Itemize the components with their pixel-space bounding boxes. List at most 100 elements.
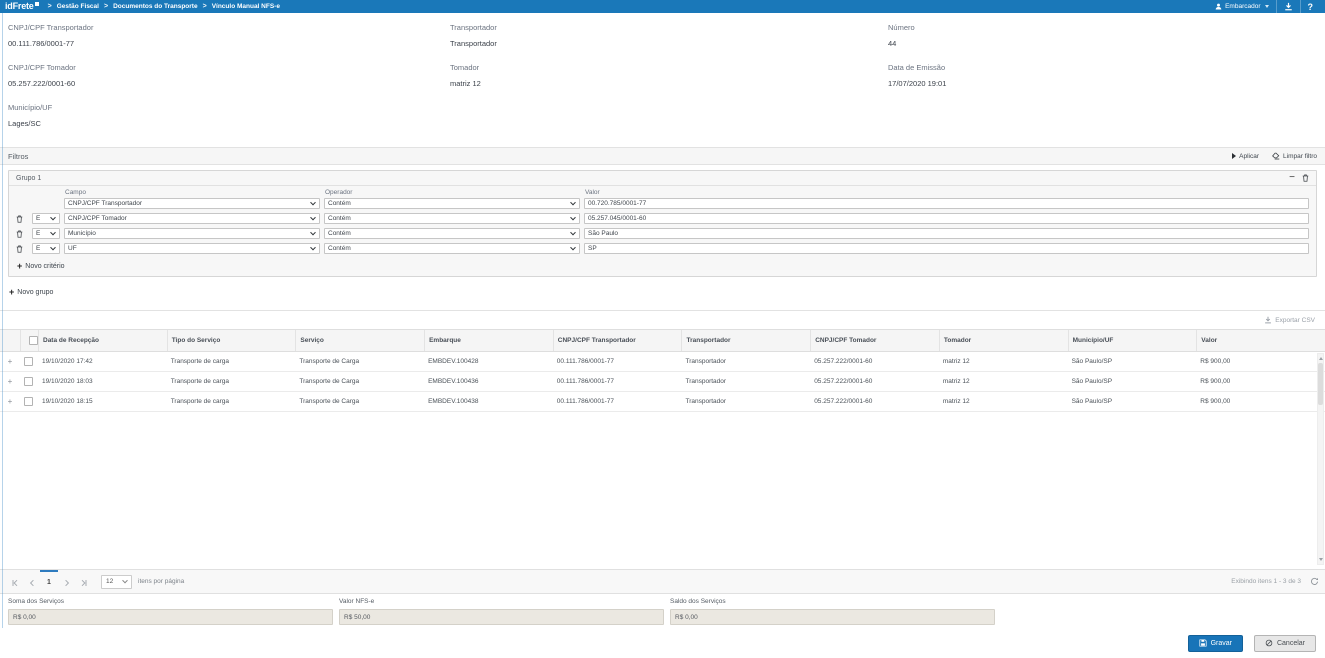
add-criteria-button[interactable]: + Novo critério <box>16 258 1309 274</box>
row-checkbox[interactable] <box>24 377 33 386</box>
operador-select[interactable]: Contém <box>324 243 580 254</box>
filter-group-panel: Grupo 1 − Campo Operador Valor CNPJ/CPF … <box>8 170 1317 277</box>
column-header-transportador[interactable]: Transportador <box>681 330 810 351</box>
valor-input[interactable] <box>584 243 1309 254</box>
operador-column-label: Operador <box>324 189 580 196</box>
app-logo[interactable]: idFrete <box>5 1 39 12</box>
export-csv-button[interactable]: Exportar CSV <box>1264 316 1315 324</box>
refresh-button[interactable] <box>1310 577 1319 586</box>
pager-page-1[interactable]: 1 <box>40 570 58 593</box>
scroll-up-icon[interactable] <box>1319 357 1323 360</box>
delete-group-button[interactable] <box>1302 174 1309 182</box>
info-col-3: Número 44 Data de Emissão 17/07/2020 19:… <box>888 23 1317 143</box>
help-button[interactable]: ? <box>1300 0 1321 13</box>
eraser-icon <box>1271 152 1280 160</box>
campo-select[interactable]: CNPJ/CPF Tomador <box>64 213 320 224</box>
table-row[interactable]: + 19/10/2020 18:03 Transporte de carga T… <box>0 372 1325 392</box>
pager-prev-button[interactable] <box>23 570 40 593</box>
row-expand-button[interactable]: + <box>0 398 20 406</box>
filter-criteria-row: E Município Contém <box>16 228 1309 239</box>
operador-select[interactable]: Contém <box>324 213 580 224</box>
total-value-readonly: R$ 50,00 <box>339 609 664 625</box>
column-header-data-recepcao[interactable]: Data de Recepção <box>38 330 167 351</box>
delete-criteria-button[interactable] <box>16 245 28 253</box>
actions-bar: Gravar Cancelar <box>0 632 1325 658</box>
logic-operator-select[interactable]: E <box>32 228 60 239</box>
user-menu[interactable]: Embarcador <box>1208 0 1275 13</box>
field-label: Data de Emissão <box>888 63 1317 72</box>
breadcrumb-vinculo-manual-nfse[interactable]: Vínculo Manual NFS-e <box>212 3 280 10</box>
operador-select[interactable]: Contém <box>324 228 580 239</box>
delete-criteria-button[interactable] <box>16 215 28 223</box>
chevron-down-icon <box>1265 5 1269 8</box>
valor-input[interactable] <box>584 198 1309 209</box>
cancel-button[interactable]: Cancelar <box>1254 635 1316 652</box>
total-label: Soma dos Serviços <box>8 598 333 605</box>
campo-select[interactable]: CNPJ/CPF Transportador <box>64 198 320 209</box>
column-header-servico[interactable]: Serviço <box>295 330 424 351</box>
valor-input[interactable] <box>584 213 1309 224</box>
column-header-cnpj-tomador[interactable]: CNPJ/CPF Tomador <box>810 330 939 351</box>
table-cell: R$ 900,00 <box>1196 378 1325 385</box>
user-menu-label: Embarcador <box>1225 3 1260 10</box>
clear-filter-button[interactable]: Limpar filtro <box>1271 152 1317 160</box>
breadcrumb-documentos-transporte[interactable]: Documentos do Transporte <box>113 3 198 10</box>
trash-icon <box>1302 174 1309 182</box>
field-value: 17/07/2020 19:01 <box>888 79 1317 88</box>
table-cell: 00.111.786/0001-77 <box>553 378 682 385</box>
operador-select-value: Contém <box>328 200 351 207</box>
column-header-municipio-uf[interactable]: Município/UF <box>1068 330 1197 351</box>
field-cnpj-transportador: CNPJ/CPF Transportador 00.111.786/0001-7… <box>8 23 450 63</box>
table-cell: matriz 12 <box>939 398 1068 405</box>
row-checkbox[interactable] <box>24 397 33 406</box>
table-row[interactable]: + 19/10/2020 18:15 Transporte de carga T… <box>0 392 1325 412</box>
logic-operator-select[interactable]: E <box>32 243 60 254</box>
page-size-value: 12 <box>106 578 113 585</box>
scrollbar-thumb[interactable] <box>1318 363 1323 405</box>
row-checkbox[interactable] <box>24 357 33 366</box>
collapse-group-button[interactable]: − <box>1289 174 1295 182</box>
breadcrumb-gestao-fiscal[interactable]: Gestão Fiscal <box>57 3 99 10</box>
field-value: 00.111.786/0001-77 <box>8 39 450 48</box>
apply-filter-button[interactable]: Aplicar <box>1232 153 1259 160</box>
plus-icon: + <box>17 263 22 270</box>
add-group-label: Novo grupo <box>17 289 53 296</box>
save-button[interactable]: Gravar <box>1188 635 1243 652</box>
page-size-select[interactable]: 12 <box>101 575 132 589</box>
field-value: matriz 12 <box>450 79 888 88</box>
pager-last-button[interactable] <box>75 570 92 593</box>
row-expand-button[interactable]: + <box>0 358 20 366</box>
add-group-button[interactable]: + Novo grupo <box>8 284 1317 300</box>
table-cell: EMBDEV.100428 <box>424 358 553 365</box>
pager-first-button[interactable] <box>6 570 23 593</box>
table-cell: Transporte de carga <box>167 358 296 365</box>
column-header-cnpj-transportador[interactable]: CNPJ/CPF Transportador <box>553 330 682 351</box>
pager-next-button[interactable] <box>58 570 75 593</box>
campo-select[interactable]: Município <box>64 228 320 239</box>
breadcrumb-chevron-icon: > <box>104 3 108 10</box>
field-label: CNPJ/CPF Tomador <box>8 63 450 72</box>
row-expand-button[interactable]: + <box>0 378 20 386</box>
column-header-valor[interactable]: Valor <box>1196 330 1325 351</box>
vertical-scrollbar[interactable] <box>1317 353 1324 565</box>
campo-select[interactable]: UF <box>64 243 320 254</box>
column-header-embarque[interactable]: Embarque <box>424 330 553 351</box>
cancel-button-label: Cancelar <box>1277 640 1305 647</box>
operador-select[interactable]: Contém <box>324 198 580 209</box>
chevron-down-icon <box>310 244 316 250</box>
table-cell: Transporte de Carga <box>295 358 424 365</box>
campo-column-label: Campo <box>64 189 320 196</box>
column-header-tipo-servico[interactable]: Tipo do Serviço <box>167 330 296 351</box>
valor-input[interactable] <box>584 228 1309 239</box>
column-header-tomador[interactable]: Tomador <box>939 330 1068 351</box>
topbar: idFrete > Gestão Fiscal > Documentos do … <box>0 0 1325 13</box>
delete-criteria-button[interactable] <box>16 230 28 238</box>
next-page-icon <box>63 579 71 587</box>
scroll-down-icon[interactable] <box>1319 558 1323 561</box>
table-row[interactable]: + 19/10/2020 17:42 Transporte de carga T… <box>0 352 1325 372</box>
logic-operator-select[interactable]: E <box>32 213 60 224</box>
table-cell: 05.257.222/0001-60 <box>810 358 939 365</box>
download-button[interactable] <box>1276 0 1300 13</box>
export-csv-label: Exportar CSV <box>1275 317 1315 324</box>
select-all-checkbox[interactable] <box>29 336 38 345</box>
